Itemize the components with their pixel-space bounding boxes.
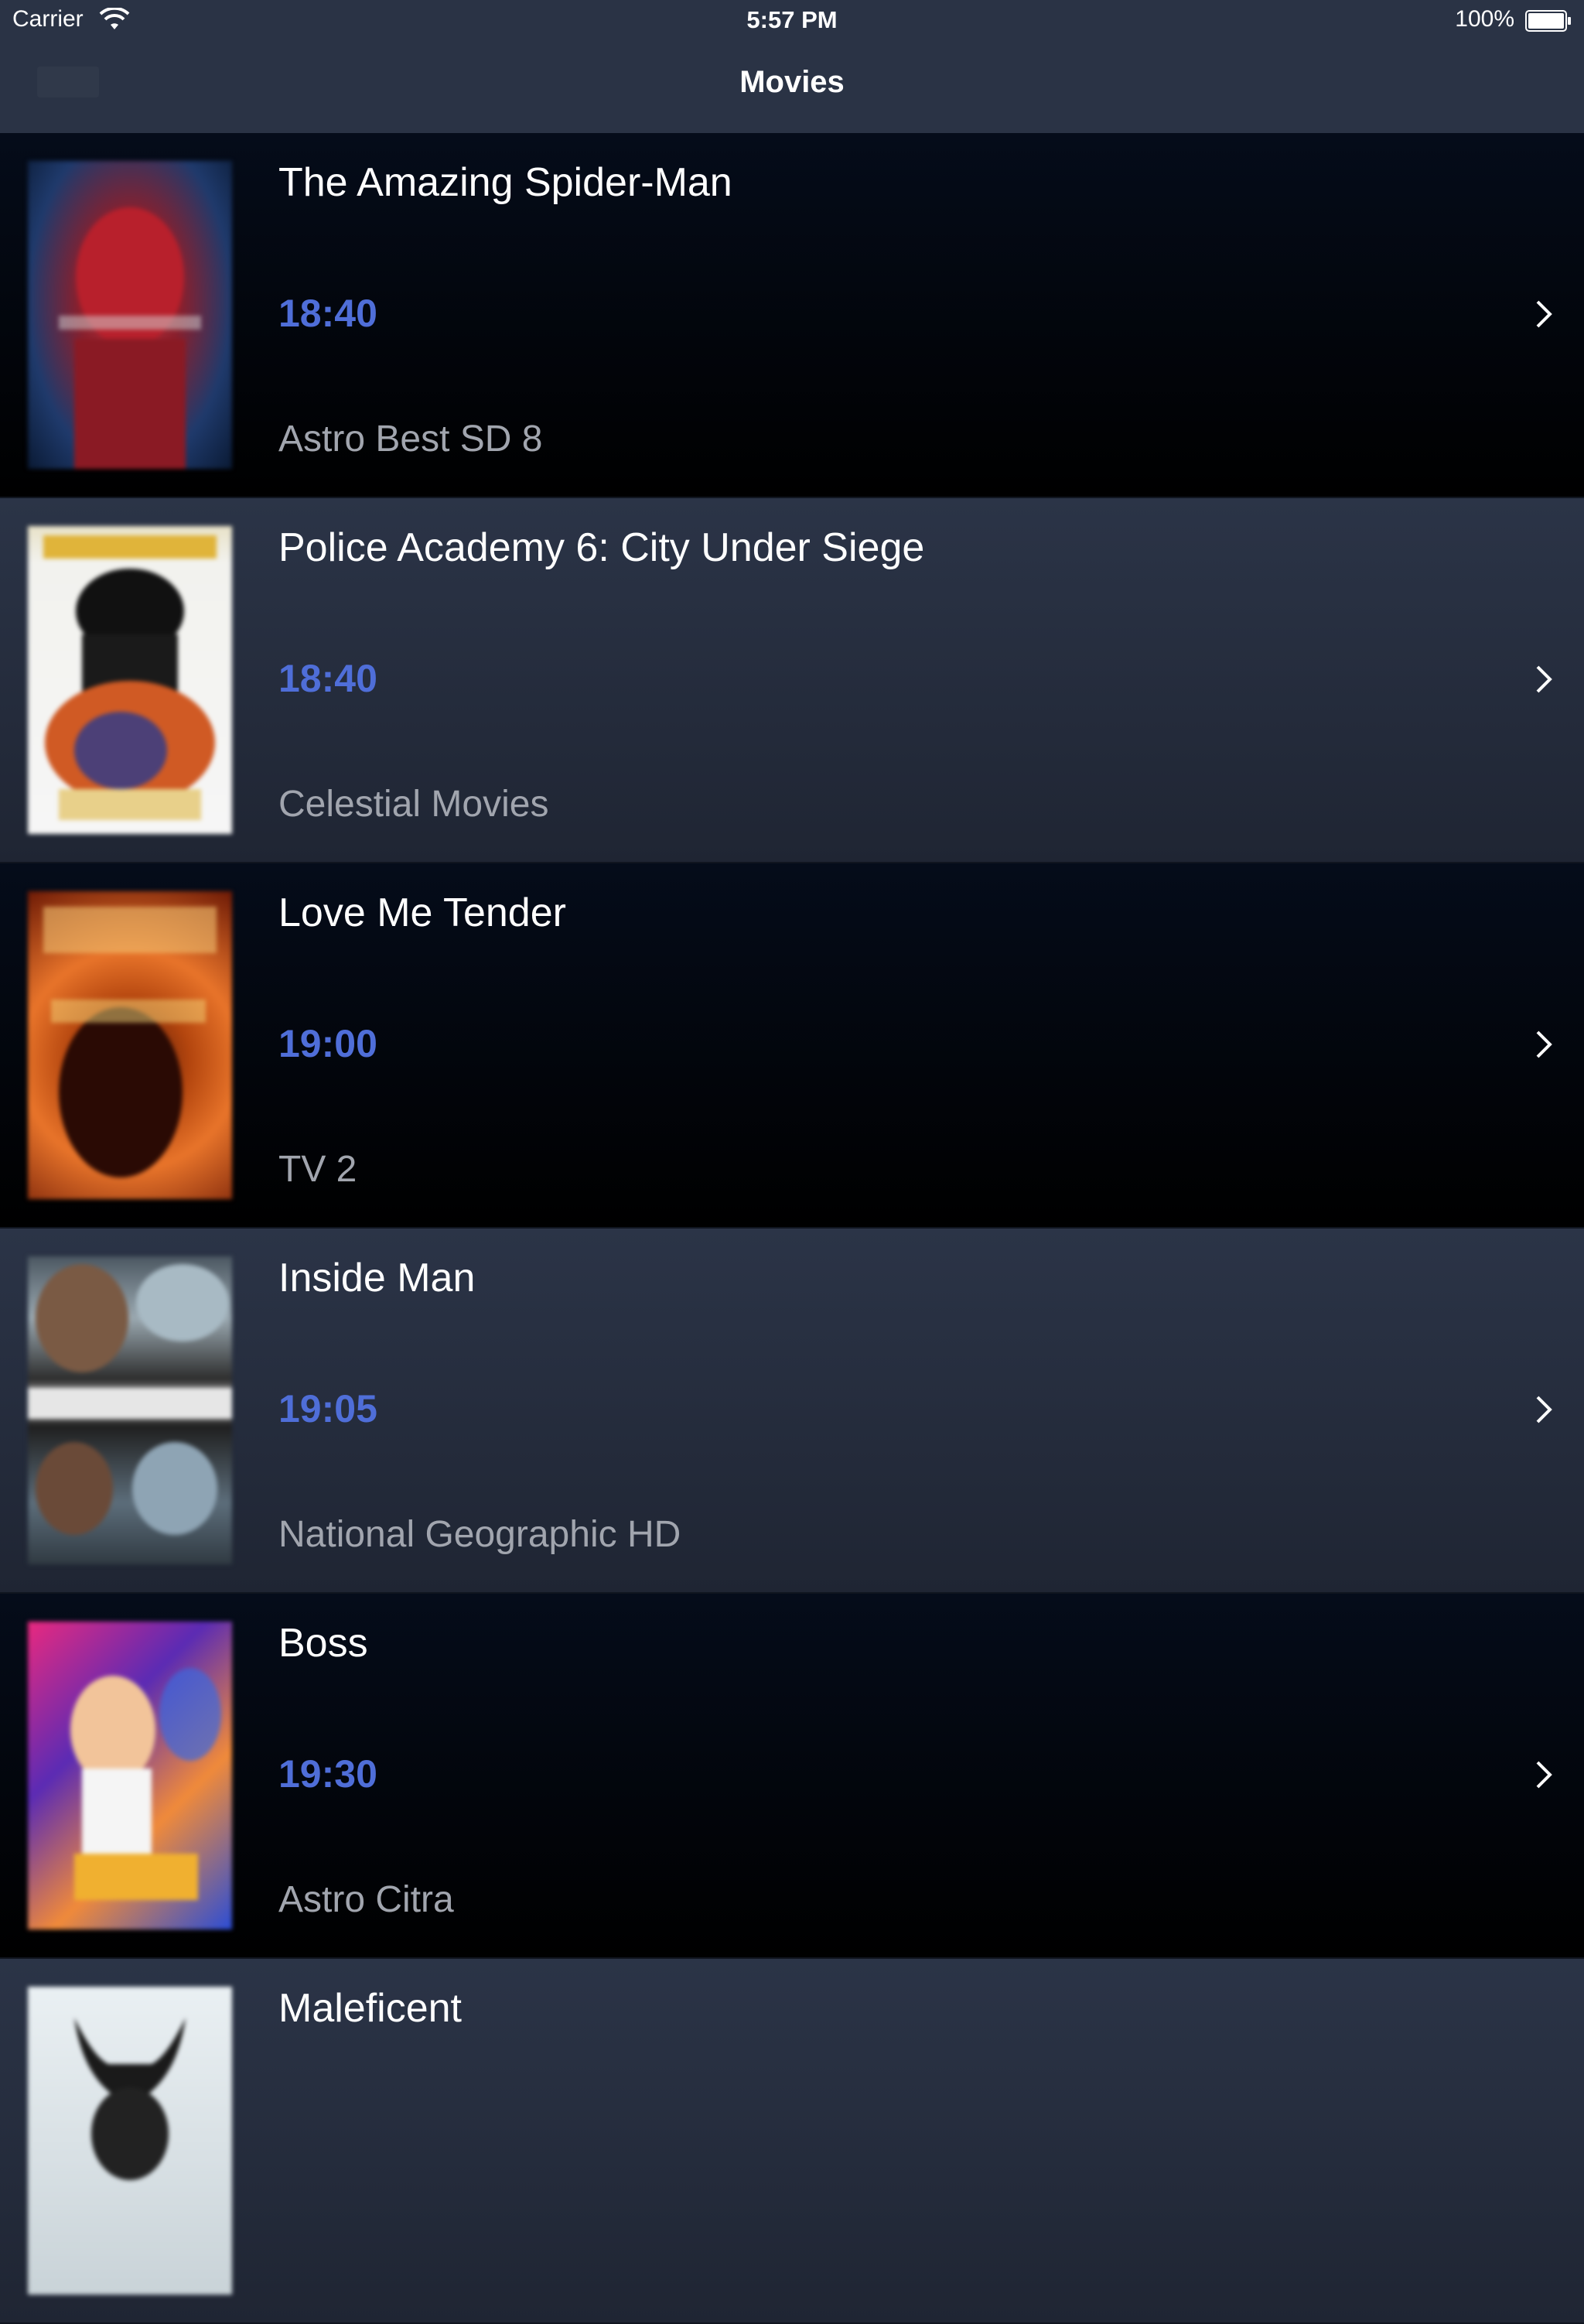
spider-man-poster (28, 161, 232, 469)
movie-time: 18:40 (278, 292, 377, 335)
movie-channel: Astro Best SD 8 (278, 419, 543, 460)
movie-row-inside-man[interactable]: Inside Man 19:05 National Geographic HD (0, 1229, 1584, 1594)
chevron-right-icon (1536, 300, 1552, 328)
movie-title: Police Academy 6: City Under Siege (278, 525, 925, 570)
movie-time: 19:00 (278, 1022, 377, 1065)
navigation-bar: Movies (0, 43, 1584, 135)
movie-row-amazing-spider-man[interactable]: The Amazing Spider-Man 18:40 Astro Best … (0, 133, 1584, 498)
chevron-right-icon (1536, 1761, 1552, 1789)
chevron-right-icon (1536, 1396, 1552, 1423)
movie-row-boss[interactable]: Boss 19:30 Astro Citra (0, 1594, 1584, 1959)
status-bar: Carrier 5:57 PM 100% (0, 0, 1584, 43)
battery-percent: 100% (1455, 6, 1514, 32)
chevron-right-icon (1536, 665, 1552, 693)
boss-poster (28, 1622, 232, 1929)
movie-time: 19:05 (278, 1387, 377, 1430)
movie-channel: TV 2 (278, 1149, 357, 1190)
inside-man-poster (28, 1256, 232, 1564)
movie-title: Maleficent (278, 1986, 462, 2031)
movie-row-love-me-tender[interactable]: Love Me Tender 19:00 TV 2 (0, 863, 1584, 1229)
movie-channel: Astro Citra (278, 1879, 454, 1920)
movie-title: Boss (278, 1621, 368, 1666)
chevron-right-icon (1536, 1030, 1552, 1058)
movie-channel: National Geographic HD (278, 1514, 681, 1555)
movie-row-police-academy-6[interactable]: Police Academy 6: City Under Siege 18:40… (0, 498, 1584, 863)
battery-icon (1525, 10, 1571, 32)
maleficent-poster (28, 1987, 232, 2295)
movie-time: 19:30 (278, 1752, 377, 1796)
movie-channel: Celestial Movies (278, 784, 549, 825)
movie-title: The Amazing Spider-Man (278, 160, 732, 205)
movie-time: 18:40 (278, 657, 377, 700)
page-title: Movies (739, 65, 845, 99)
love-me-tender-poster (28, 891, 232, 1199)
movie-title: Inside Man (278, 1256, 476, 1300)
movie-row-maleficent[interactable]: Maleficent (0, 1959, 1584, 2324)
movie-list: The Amazing Spider-Man 18:40 Astro Best … (0, 133, 1584, 2324)
status-time: 5:57 PM (746, 6, 838, 33)
police-academy-poster (28, 526, 232, 834)
movie-title: Love Me Tender (278, 890, 566, 935)
